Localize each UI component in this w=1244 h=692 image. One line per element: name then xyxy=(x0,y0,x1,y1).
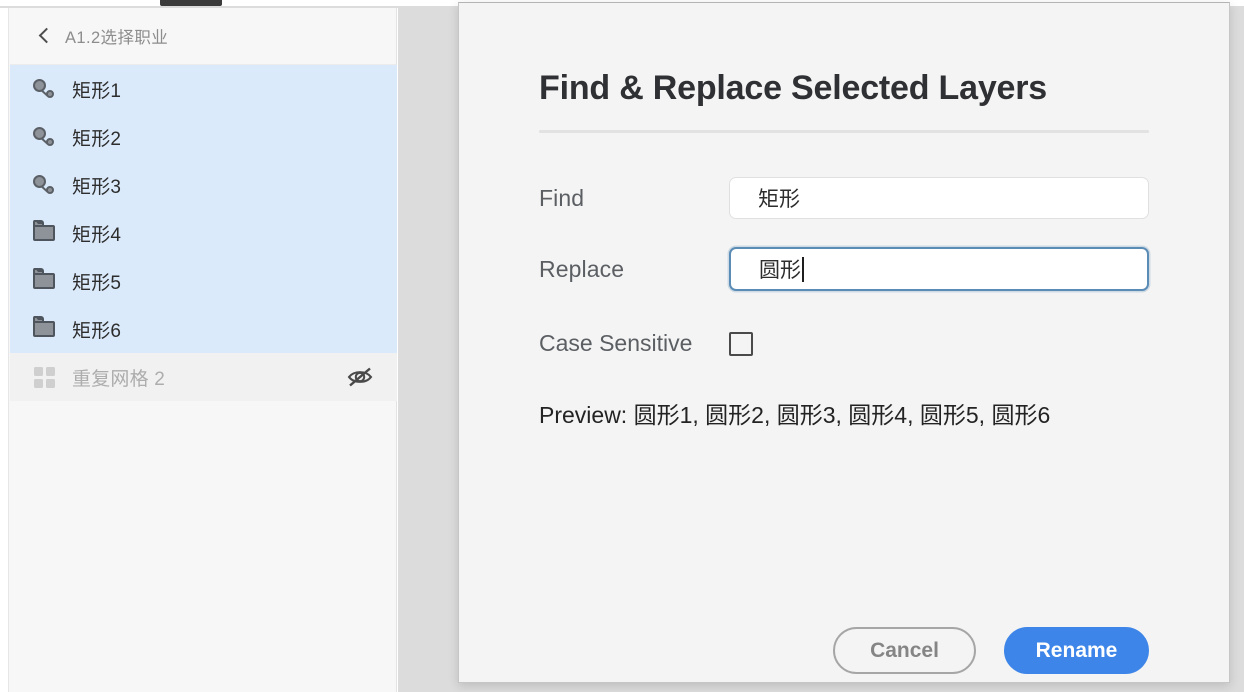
list-item[interactable]: 矩形3 xyxy=(10,161,397,209)
text-caret xyxy=(802,256,804,282)
repeat-grid-icon xyxy=(32,364,58,390)
sidebar-header: A1.2选择职业 xyxy=(10,8,396,65)
list-item[interactable]: 矩形2 xyxy=(10,113,397,161)
layer-name: 矩形3 xyxy=(72,176,122,198)
find-replace-dialog: Find & Replace Selected Layers Find 矩形 R… xyxy=(458,2,1230,683)
case-sensitive-row: Case Sensitive xyxy=(539,329,1149,359)
folder-icon xyxy=(32,316,58,342)
layer-name: 重复网格 2 xyxy=(72,368,166,390)
list-item[interactable]: 矩形4 xyxy=(10,209,397,257)
layer-name: 矩形6 xyxy=(72,320,122,342)
replace-label: Replace xyxy=(539,255,625,282)
replace-field-row: Replace 圆形 xyxy=(539,247,1149,291)
title-divider xyxy=(539,130,1149,133)
layer-name: 矩形5 xyxy=(72,272,122,294)
find-label: Find xyxy=(539,184,585,211)
layer-list: 矩形1 矩形2 矩形3 矩形4 矩形5 矩形6 重复网格 2 xyxy=(10,65,397,401)
chevron-left-icon[interactable] xyxy=(38,26,51,46)
preview-text: Preview: 圆形1, 圆形2, 圆形3, 圆形4, 圆形5, 圆形6 xyxy=(539,401,1051,428)
list-item[interactable]: 重复网格 2 xyxy=(10,353,397,401)
component-icon xyxy=(32,124,58,150)
dialog-button-row: Cancel Rename xyxy=(833,627,1149,674)
find-input[interactable]: 矩形 xyxy=(729,177,1149,219)
cancel-button[interactable]: Cancel xyxy=(833,627,976,674)
app-screen: A1.2选择职业 矩形1 矩形2 矩形3 矩形4 矩形5 矩形6 重复网格 2 … xyxy=(0,0,1244,692)
folder-icon xyxy=(32,268,58,294)
rename-button[interactable]: Rename xyxy=(1004,627,1149,674)
layers-sidebar: A1.2选择职业 矩形1 矩形2 矩形3 矩形4 矩形5 矩形6 重复网格 2 xyxy=(0,8,397,692)
layer-name: 矩形2 xyxy=(72,128,122,150)
case-sensitive-label: Case Sensitive xyxy=(539,330,693,356)
dialog-title: Find & Replace Selected Layers xyxy=(539,69,1047,107)
component-icon xyxy=(32,172,58,198)
case-sensitive-checkbox[interactable] xyxy=(729,331,753,356)
list-item[interactable]: 矩形1 xyxy=(10,65,397,113)
sidebar-header-title: A1.2选择职业 xyxy=(65,29,169,47)
list-item[interactable]: 矩形6 xyxy=(10,305,397,353)
component-icon xyxy=(32,76,58,102)
list-item[interactable]: 矩形5 xyxy=(10,257,397,305)
layer-name: 矩形1 xyxy=(72,80,122,102)
sidebar-rail xyxy=(0,8,9,692)
eye-off-icon[interactable] xyxy=(345,364,375,390)
replace-input-value: 圆形 xyxy=(759,259,801,282)
find-field-row: Find 矩形 xyxy=(539,177,1149,219)
folder-icon xyxy=(32,220,58,246)
layer-name: 矩形4 xyxy=(72,224,122,246)
replace-input[interactable]: 圆形 xyxy=(729,247,1149,291)
